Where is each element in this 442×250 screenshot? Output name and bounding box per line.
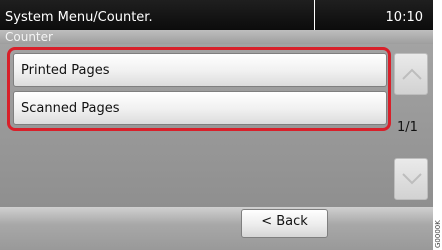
selection-highlight (7, 47, 391, 131)
chevron-up-icon (402, 68, 422, 80)
clock: 10:10 (385, 10, 423, 25)
subheader-label: Counter (5, 30, 53, 44)
back-button[interactable]: < Back (241, 209, 328, 238)
title-divider (314, 0, 315, 30)
scroll-up-button[interactable] (394, 53, 428, 95)
scroll-down-button[interactable] (394, 158, 428, 200)
page-title: System Menu/Counter. (5, 10, 153, 25)
chevron-down-icon (402, 173, 422, 185)
footer-bar (0, 207, 433, 250)
page-indicator: 1/1 (397, 120, 418, 135)
figure-code: G0000K (434, 220, 442, 248)
subheader: Counter (0, 30, 433, 44)
title-bar: System Menu/Counter. 10:10 (0, 0, 433, 30)
